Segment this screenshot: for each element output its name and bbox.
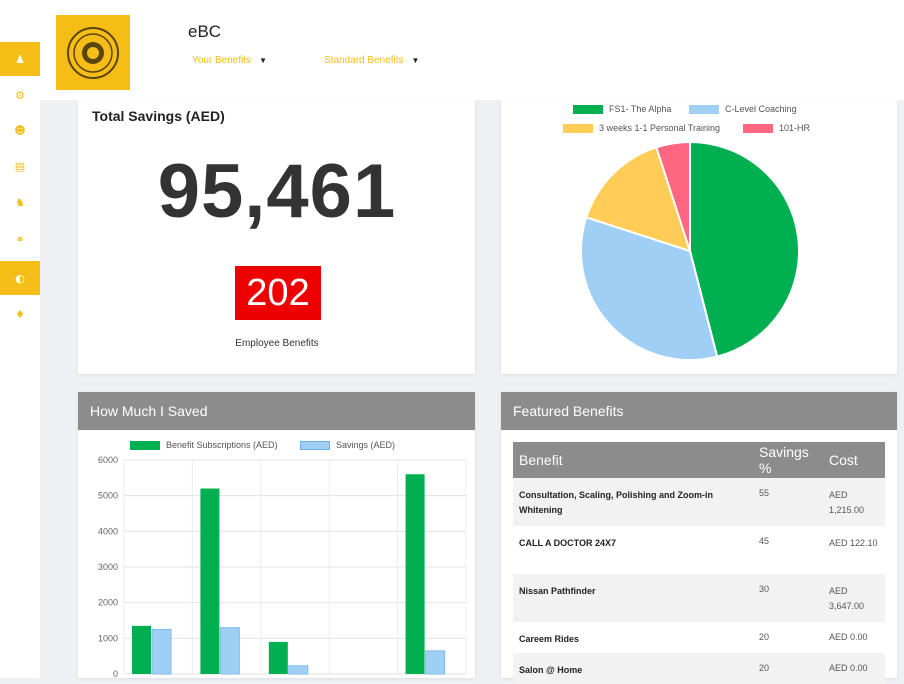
benefit-savings: 55: [753, 478, 823, 526]
your-benefits-label: Your Benefits: [192, 55, 252, 66]
bell-icon[interactable]: ♦: [0, 297, 40, 331]
employee-benefits-label: Employee Benefits: [235, 338, 319, 349]
list-icon[interactable]: ▤: [0, 149, 40, 183]
featured-benefits-title: Featured Benefits: [501, 392, 897, 430]
sidebar: ♟ ⚙ ☻ ▤ ♞ ⚭ ◐ ♦: [0, 0, 40, 678]
bar[interactable]: [219, 627, 240, 675]
total-savings-value: 95,461: [157, 149, 397, 234]
standard-benefits-menu[interactable]: Standard Benefits ▼: [324, 55, 419, 66]
bar-chart: 0 1000 2000 3000 4000 5000 6000: [98, 455, 467, 678]
benefit-cost: AED 1,215.00: [823, 478, 885, 526]
benefit-savings: 20: [753, 653, 823, 684]
your-benefits-menu[interactable]: Your Benefits ▼: [192, 55, 267, 66]
table-row[interactable]: Consultation, Scaling, Polishing and Zoo…: [513, 478, 885, 526]
how-much-saved-card: How Much I Saved Benefit Subscriptions (…: [78, 392, 475, 678]
featured-benefits-table: Benefit Savings % Cost Consultation, Sca…: [513, 442, 885, 684]
y-tick-label: 3000: [98, 562, 118, 572]
user-icon[interactable]: ♟: [0, 42, 40, 76]
bar[interactable]: [405, 474, 425, 674]
benefit-name: Careem Rides: [519, 634, 580, 644]
pie-chart: [580, 140, 800, 361]
benefit-cost: AED 0.00: [829, 632, 868, 642]
user-tie-icon[interactable]: ♞: [0, 185, 40, 219]
y-tick-label: 0: [113, 669, 118, 678]
benefit-name: CALL A DOCTOR 24X7: [519, 538, 617, 548]
bar[interactable]: [200, 488, 220, 674]
bar[interactable]: [268, 641, 288, 674]
benefit-savings: 45: [759, 536, 770, 546]
table-row[interactable]: CALL A DOCTOR 24X7 45 AED 122.10: [513, 526, 885, 574]
y-tick-label: 5000: [98, 491, 118, 501]
benefit-cost: AED 3,647.00: [823, 574, 885, 622]
benefit-cost: AED 0.00: [823, 653, 885, 684]
y-tick-label: 6000: [98, 455, 118, 465]
users-icon[interactable]: ☻: [0, 113, 40, 147]
bar[interactable]: [288, 665, 309, 675]
total-savings-title: Total Savings (AED): [92, 108, 225, 124]
share-icon[interactable]: ⚙: [0, 78, 40, 112]
column-header[interactable]: Savings %: [753, 442, 823, 478]
benefit-name: Nissan Pathfinder: [513, 574, 753, 622]
benefit-name: Consultation, Scaling, Polishing and Zoo…: [513, 478, 753, 526]
column-header[interactable]: Cost: [823, 442, 885, 478]
benefit-savings: 20: [759, 632, 770, 642]
company-logo[interactable]: [56, 15, 130, 90]
brand-name: eBC: [188, 22, 222, 41]
bar[interactable]: [151, 628, 172, 675]
table-row[interactable]: Careem Rides 20 AED 0.00: [513, 622, 885, 653]
pie-chart-card: FS1- The Alpha C-Level Coaching 3 weeks …: [501, 100, 897, 374]
benefit-savings: 30: [753, 574, 823, 622]
benefit-cost: AED 122.10: [829, 538, 878, 548]
table-row[interactable]: Salon @ Home 20 AED 0.00: [513, 653, 885, 684]
seal-icon: [67, 26, 119, 79]
y-tick-label: 2000: [98, 598, 118, 608]
bar[interactable]: [132, 625, 151, 674]
dashboard-icon[interactable]: ◐: [0, 261, 40, 295]
chevron-down-icon: ▼: [411, 56, 420, 65]
headset-icon[interactable]: ⚭: [0, 222, 40, 256]
chevron-down-icon: ▼: [259, 56, 268, 65]
standard-benefits-label: Standard Benefits: [324, 55, 404, 66]
top-header: eBC Your Benefits ▼ Standard Benefits ▼: [40, 0, 904, 100]
bar[interactable]: [425, 650, 446, 675]
column-header[interactable]: Benefit: [513, 442, 753, 478]
table-row[interactable]: Nissan Pathfinder 30 AED 3,647.00: [513, 574, 885, 622]
employee-benefits-count: 202: [235, 266, 321, 320]
table-header-row: Benefit Savings % Cost: [513, 442, 885, 478]
total-savings-card: Total Savings (AED) 95,461 202 Employee …: [78, 100, 475, 374]
y-tick-label: 4000: [98, 526, 118, 536]
benefit-name: Salon @ Home: [513, 653, 753, 684]
featured-benefits-card: Featured Benefits Benefit Savings % Cost…: [501, 392, 897, 684]
y-tick-label: 1000: [98, 633, 118, 643]
